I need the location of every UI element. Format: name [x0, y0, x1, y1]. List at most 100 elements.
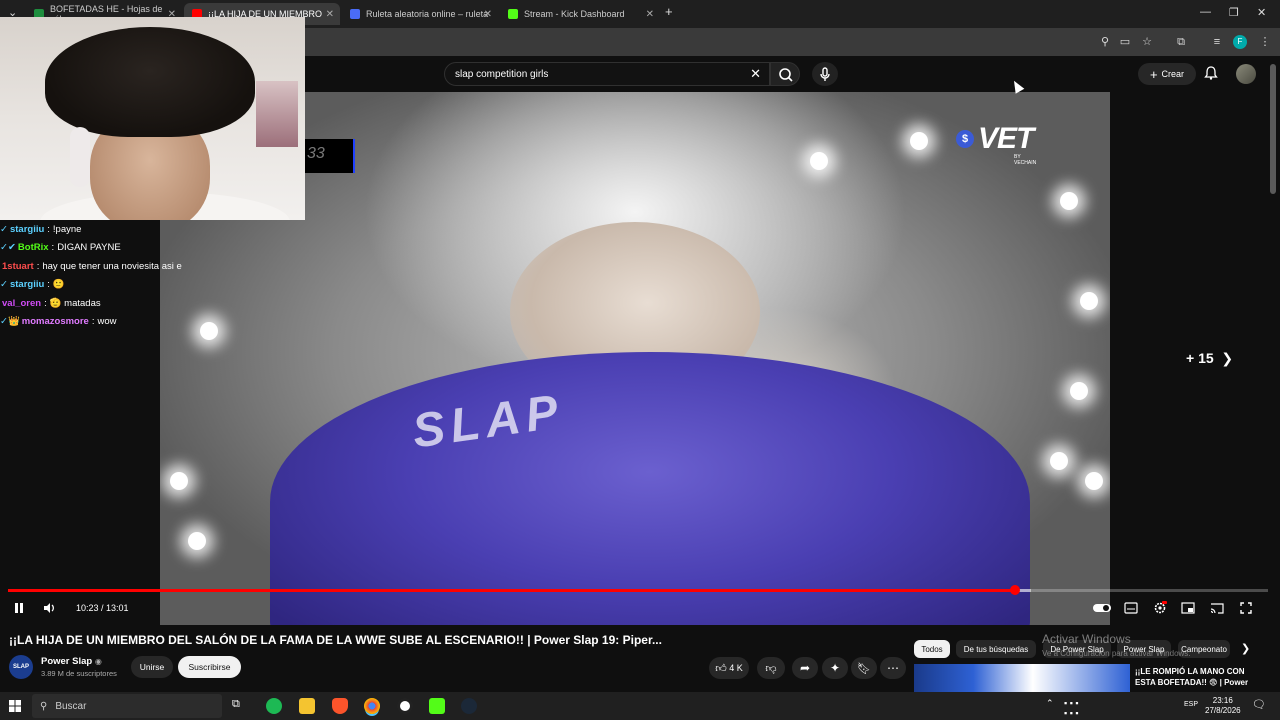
chat-username[interactable]: 1stuart	[2, 261, 34, 272]
task-view-icon[interactable]: ⧉	[232, 698, 248, 714]
cast-page-icon[interactable]: ▭	[1118, 35, 1132, 49]
file-explorer-icon[interactable]	[299, 698, 315, 714]
tab-ruleta[interactable]: Ruleta aleatoria online – ruleta ✕	[342, 3, 498, 25]
sponsor-logo-sub: BY VECHAIN	[1014, 154, 1037, 166]
autoplay-toggle-icon[interactable]	[1092, 601, 1112, 615]
taskbar-clock[interactable]: 23:16 27/8/2026	[1205, 696, 1241, 716]
vechain-coin-icon: $	[956, 130, 974, 148]
windows-start-icon[interactable]	[9, 700, 21, 712]
sponsor-logo: $ VET BY VECHAIN	[956, 122, 1036, 166]
kick-app-icon[interactable]	[429, 698, 445, 714]
tab-label: Ruleta aleatoria online – ruleta	[366, 9, 489, 19]
skip-label: + 15	[1186, 350, 1214, 366]
input-language[interactable]: ESP	[1184, 701, 1198, 708]
like-count: 4 K	[729, 663, 743, 673]
search-input[interactable]: slap competition girls ✕	[444, 62, 770, 86]
cast-icon[interactable]	[1210, 601, 1224, 615]
obs-icon[interactable]	[397, 698, 413, 714]
bookmark-star-icon[interactable]: ☆	[1140, 35, 1154, 49]
chevron-right-icon[interactable]: ❯	[1241, 642, 1250, 655]
chat-text: DIGAN PAYNE	[57, 242, 121, 254]
chat-text: 🫡 matadas	[49, 297, 101, 309]
pause-icon[interactable]	[12, 601, 26, 615]
miniplayer-icon[interactable]	[1181, 601, 1195, 615]
close-icon[interactable]: ✕	[484, 9, 492, 20]
search-button[interactable]	[770, 62, 800, 86]
more-actions-button[interactable]: ⋯	[880, 657, 906, 679]
close-icon[interactable]: ✕	[326, 9, 334, 20]
plus-icon: +	[1149, 66, 1158, 82]
chat-message: ✓👑 momazosmore: wow	[0, 313, 205, 332]
chat-colon: :	[44, 297, 47, 309]
tray-chevron-icon[interactable]: ⌃	[1046, 698, 1062, 714]
chrome-icon[interactable]	[364, 698, 380, 714]
share-button[interactable]: ➦	[792, 657, 818, 679]
create-label: Crear	[1161, 69, 1185, 79]
brave-icon[interactable]	[332, 698, 348, 714]
subscriber-count: 3.89 M de suscriptores	[41, 669, 117, 678]
steam-icon[interactable]	[461, 698, 477, 714]
settings-gear-icon[interactable]	[1153, 601, 1167, 615]
ruleta-icon	[350, 9, 360, 19]
zoom-icon[interactable]: ⚲	[1098, 35, 1112, 49]
subtitles-icon[interactable]	[1124, 601, 1138, 615]
close-icon[interactable]: ✕	[646, 9, 654, 20]
taskbar-search[interactable]: ⚲ Buscar	[32, 694, 222, 718]
spotify-icon[interactable]	[266, 698, 282, 714]
new-tab-button[interactable]: +	[665, 4, 673, 19]
chat-username[interactable]: val_oren	[2, 298, 41, 309]
tab-kick-dashboard[interactable]: Stream - Kick Dashboard ✕	[500, 3, 660, 25]
close-window-icon[interactable]: ✕	[1257, 6, 1266, 19]
stream-overlay-counter: 33	[305, 139, 355, 173]
join-button[interactable]: Unirse	[131, 656, 173, 678]
recommended-title[interactable]: ¡¡LE ROMPIÓ LA MANO CON ESTA BOFETADA!! …	[1135, 666, 1265, 688]
notifications-icon[interactable]: 🗨︎	[1252, 698, 1268, 714]
media-icon[interactable]: ≡	[1210, 35, 1224, 49]
voice-search-button[interactable]	[812, 62, 838, 86]
account-avatar[interactable]	[1236, 64, 1256, 84]
sparkle-icon: ✦	[829, 661, 841, 675]
filter-chip[interactable]: De tus búsquedas	[956, 640, 1036, 658]
activate-windows-watermark: Activar Windows	[1042, 632, 1131, 646]
chat-username[interactable]: stargiiu	[10, 224, 44, 235]
notifications-bell-icon[interactable]	[1203, 65, 1219, 81]
skip-forward-button[interactable]: + 15 ❯	[1186, 350, 1233, 367]
chat-username[interactable]: momazosmore	[22, 316, 89, 327]
chat-colon: :	[47, 279, 50, 291]
chat-username[interactable]: stargiiu	[10, 279, 44, 290]
recommended-thumbnail[interactable]	[914, 664, 1130, 694]
browser-menu-icon[interactable]: ⋮	[1258, 35, 1272, 49]
channel-name[interactable]: Power Slap ◉	[41, 656, 102, 667]
filter-chip[interactable]: Todos	[914, 640, 950, 658]
stream-chat: ✓ stargiiu: !payne ✓✔ BotRix: DIGAN PAYNE 1stu…	[0, 220, 205, 331]
clear-search-icon[interactable]: ✕	[750, 66, 761, 82]
create-button[interactable]: + Crear	[1138, 63, 1196, 85]
activate-windows-sub: Ve a Configuración para activar Windows.	[1042, 649, 1191, 658]
search-icon: ⚲	[40, 700, 48, 712]
time-display: 10:23 / 13:01	[76, 603, 129, 613]
chat-badge-icon: ✓	[0, 223, 8, 235]
streamer-webcam	[0, 17, 305, 220]
save-button[interactable]: 🔖︎	[851, 657, 877, 679]
extensions-icon[interactable]: ⧉	[1174, 35, 1188, 49]
tray-icons[interactable]: ▪ ▪ ▪ ▪ ▪ ▪ ▪	[1064, 698, 1080, 720]
sponsor-logo-text: VET	[978, 122, 1034, 155]
progress-scrubber[interactable]	[1009, 585, 1020, 595]
minimize-icon[interactable]: —	[1200, 6, 1211, 18]
chat-text: !payne	[52, 223, 82, 235]
chat-username[interactable]: BotRix	[18, 242, 49, 253]
channel-avatar[interactable]: SLAP	[9, 655, 33, 679]
thumbs-down-icon: 👎︎	[765, 662, 777, 675]
subscribe-button[interactable]: Suscribirse	[178, 656, 241, 678]
page-scrollbar[interactable]	[1270, 64, 1276, 194]
chat-text: hay que tener una noviesita asi e	[42, 260, 182, 272]
progress-bar[interactable]	[8, 585, 1268, 595]
profile-avatar[interactable]: F	[1233, 35, 1247, 49]
like-button[interactable]: 👍︎ 4 K	[709, 657, 749, 679]
fullscreen-icon[interactable]	[1239, 601, 1253, 615]
restore-icon[interactable]: ❐	[1229, 6, 1239, 19]
dislike-button[interactable]: 👎︎	[757, 657, 785, 679]
share-icon: ➦	[799, 661, 811, 675]
volume-icon[interactable]	[42, 601, 56, 615]
ask-ai-button[interactable]: ✦	[822, 657, 848, 679]
